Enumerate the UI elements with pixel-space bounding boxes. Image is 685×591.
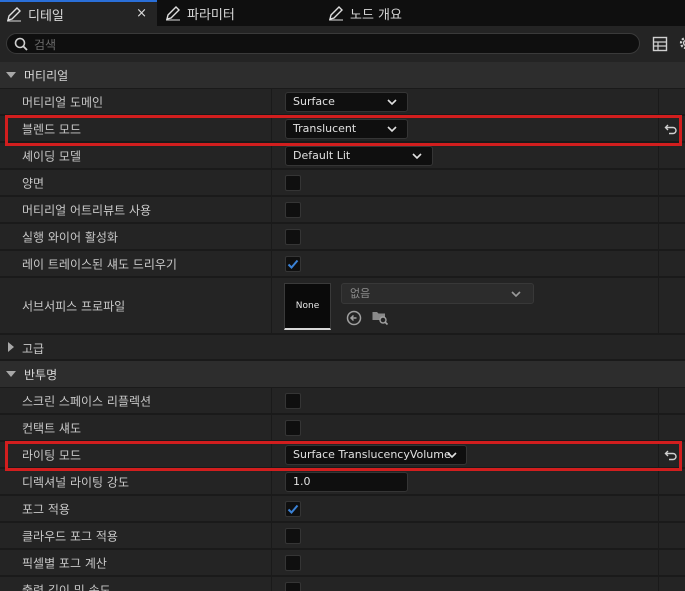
chevron-down-icon: [387, 99, 397, 106]
expand-arrow-icon: [6, 72, 16, 78]
group-advanced[interactable]: 고급: [0, 335, 685, 360]
tab-parameters[interactable]: 파라미터: [165, 0, 315, 26]
pencil-icon: [329, 6, 343, 21]
material-domain-dropdown[interactable]: Surface: [285, 92, 408, 112]
use-selected-asset-icon[interactable]: [345, 309, 363, 327]
section-translucency[interactable]: 반투명: [0, 361, 685, 387]
row-compute-fog-per-pixel: 픽셀별 포그 계산: [0, 550, 685, 576]
property-label: 머티리얼 어트리뷰트 사용: [22, 203, 152, 217]
property-label: 스크린 스페이스 리플렉션: [22, 394, 152, 408]
row-lighting-mode: 라이팅 모드 Surface TranslucencyVolume: [0, 442, 685, 468]
property-label: 라이팅 모드: [22, 448, 82, 462]
row-contact-shadows: 컨택트 섀도: [0, 415, 685, 441]
pencil-icon: [166, 6, 180, 21]
row-directional-lighting-intensity: 디렉셔널 라이팅 강도 1.0: [0, 469, 685, 495]
chevron-down-icon: [447, 452, 457, 459]
property-label: 클라우드 포그 적용: [22, 529, 118, 543]
directional-lighting-intensity-field[interactable]: 1.0: [285, 472, 408, 492]
search-input[interactable]: 검색: [6, 33, 640, 54]
tab-node-overview[interactable]: 노드 개요: [328, 0, 478, 26]
lighting-mode-dropdown[interactable]: Surface TranslucencyVolume: [285, 445, 467, 465]
property-label: 픽셀별 포그 계산: [22, 556, 107, 570]
dropdown-value: Surface TranslucencyVolume: [293, 448, 451, 461]
output-depth-velocity-checkbox[interactable]: [285, 582, 301, 591]
apply-cloud-fogging-checkbox[interactable]: [285, 528, 301, 544]
blend-mode-dropdown[interactable]: Translucent: [285, 119, 408, 139]
row-enable-execution-wire: 실행 와이어 활성화: [0, 224, 685, 250]
checkmark-icon: [287, 504, 299, 514]
chevron-down-icon: [387, 126, 397, 133]
property-label: 양면: [22, 176, 45, 190]
property-label: 머티리얼 도메인: [22, 95, 104, 109]
subsurface-profile-dropdown[interactable]: 없음: [341, 283, 534, 304]
tab-label: 노드 개요: [350, 7, 402, 23]
property-label: 블렌드 모드: [22, 122, 82, 136]
pencil-icon: [7, 7, 21, 22]
section-material[interactable]: 머티리얼: [0, 62, 685, 88]
row-apply-cloud-fogging: 클라우드 포그 적용: [0, 523, 685, 549]
two-sided-checkbox[interactable]: [285, 175, 301, 191]
thumbnail-label: None: [295, 301, 320, 311]
search-placeholder: 검색: [34, 38, 57, 52]
dropdown-value: Translucent: [293, 122, 357, 135]
chevron-down-icon: [511, 291, 521, 298]
reset-to-default-icon[interactable]: [664, 448, 678, 462]
enable-execution-wire-checkbox[interactable]: [285, 229, 301, 245]
tab-label: 디테일: [28, 8, 64, 24]
row-screen-space-reflections: 스크린 스페이스 리플렉션: [0, 388, 685, 414]
compute-fog-per-pixel-checkbox[interactable]: [285, 555, 301, 571]
dropdown-value: 없음: [350, 287, 371, 300]
row-blend-mode: 블렌드 모드 Translucent: [0, 116, 685, 142]
asset-thumbnail[interactable]: None: [284, 283, 331, 330]
search-row: 검색: [0, 26, 685, 62]
expand-arrow-icon: [6, 371, 16, 377]
apply-fogging-checkbox[interactable]: [285, 501, 301, 517]
row-cast-ray-traced-shadows: 레이 트레이스된 섀도 드리우기: [0, 251, 685, 277]
dropdown-value: Default Lit: [293, 149, 351, 162]
browse-asset-icon[interactable]: [371, 308, 389, 326]
property-label: 포그 적용: [22, 502, 70, 516]
collapse-arrow-icon: [8, 342, 14, 352]
property-label: 출력 깊이 및 속도: [22, 583, 111, 591]
group-title: 고급: [22, 342, 45, 356]
property-label: 디렉셔널 라이팅 강도: [22, 475, 129, 489]
table-view-icon[interactable]: [652, 36, 668, 52]
reset-to-default-icon[interactable]: [664, 122, 678, 136]
close-icon[interactable]: ×: [136, 6, 147, 21]
use-material-attributes-checkbox[interactable]: [285, 202, 301, 218]
chevron-down-icon: [412, 153, 422, 160]
row-two-sided: 양면: [0, 170, 685, 196]
section-title: 머티리얼: [24, 68, 69, 83]
property-label: 실행 와이어 활성화: [22, 230, 118, 244]
tab-bar: 디테일 × 파라미터 노드 개요: [0, 0, 685, 26]
property-label: 서브서피스 프로파일: [22, 299, 126, 313]
row-material-domain: 머티리얼 도메인 Surface: [0, 89, 685, 115]
property-label: 컨택트 섀도: [22, 421, 82, 435]
search-icon: [14, 37, 28, 51]
shading-model-dropdown[interactable]: Default Lit: [285, 146, 433, 166]
row-shading-model: 셰이딩 모델 Default Lit: [0, 143, 685, 169]
row-output-depth-velocity: 출력 깊이 및 속도: [0, 577, 685, 591]
tab-details[interactable]: 디테일 ×: [0, 0, 157, 26]
screen-space-reflections-checkbox[interactable]: [285, 393, 301, 409]
contact-shadows-checkbox[interactable]: [285, 420, 301, 436]
section-title: 반투명: [24, 367, 58, 382]
row-apply-fogging: 포그 적용: [0, 496, 685, 522]
row-use-material-attributes: 머티리얼 어트리뷰트 사용: [0, 197, 685, 223]
cast-ray-traced-shadows-checkbox[interactable]: [285, 256, 301, 272]
property-label: 레이 트레이스된 섀도 드리우기: [22, 257, 177, 271]
dropdown-value: Surface: [293, 95, 335, 108]
property-label: 셰이딩 모델: [22, 149, 82, 163]
gear-icon[interactable]: [678, 35, 685, 51]
tab-label: 파라미터: [187, 7, 235, 23]
checkmark-icon: [287, 259, 299, 269]
